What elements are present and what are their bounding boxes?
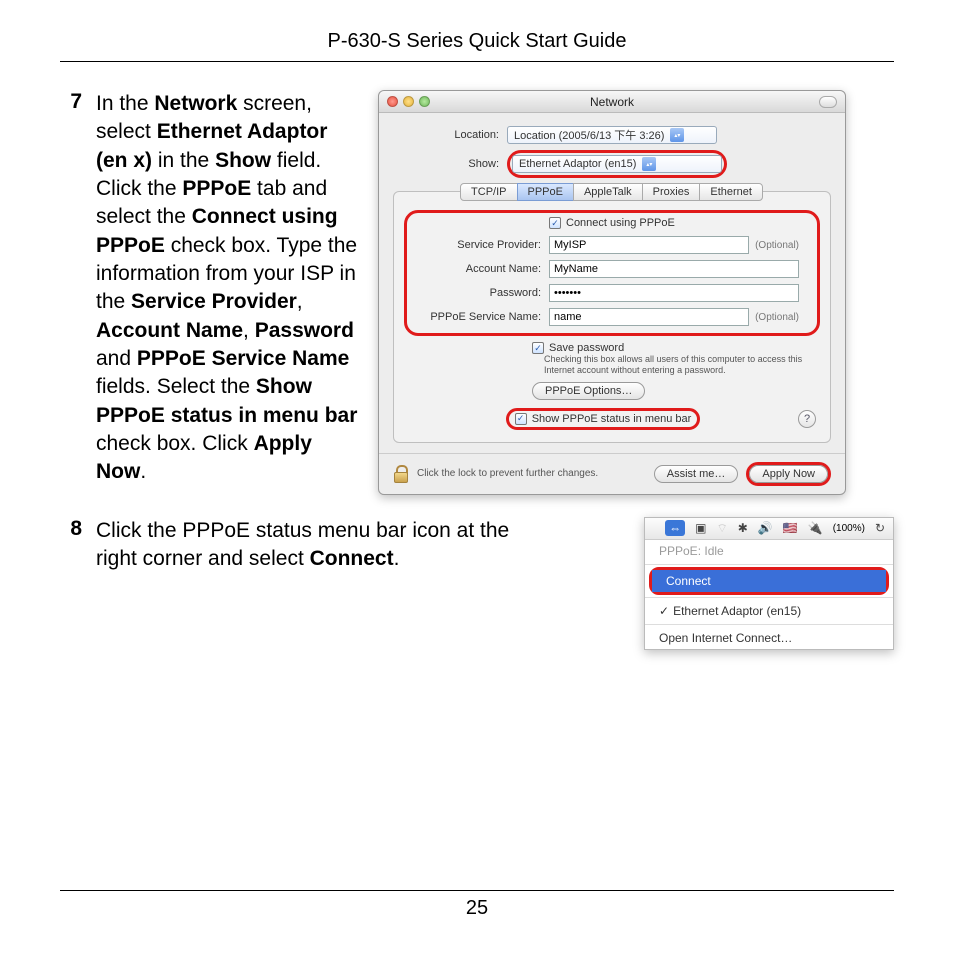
- pppoe-service-name-label: PPPoE Service Name:: [419, 311, 549, 323]
- flag-icon[interactable]: 🇺🇸: [783, 521, 798, 535]
- service-provider-label: Service Provider:: [419, 239, 549, 251]
- menu-adaptor[interactable]: Ethernet Adaptor (en15): [645, 600, 893, 622]
- tab-pppoe[interactable]: PPPoE: [517, 183, 574, 201]
- connect-pppoe-checkbox[interactable]: ✓: [549, 217, 561, 229]
- bluetooth-icon[interactable]: ✱: [738, 521, 748, 535]
- pppoe-menu: PPPoE: Idle Connect Ethernet Adaptor (en…: [645, 540, 893, 649]
- step-8-text: Click the PPPoE status menu bar icon at …: [96, 517, 548, 574]
- menu-connect[interactable]: Connect: [652, 570, 886, 592]
- apply-now-button[interactable]: Apply Now: [749, 465, 828, 483]
- tab-proxies[interactable]: Proxies: [642, 183, 701, 201]
- pppoe-status-icon[interactable]: ⇔: [665, 520, 685, 536]
- lock-text: Click the lock to prevent further change…: [417, 468, 646, 479]
- save-password-note: Checking this box allows all users of th…: [394, 354, 830, 376]
- show-status-checkbox[interactable]: ✓: [515, 413, 527, 425]
- show-select[interactable]: Ethernet Adaptor (en15) ▴▾: [512, 155, 722, 173]
- show-status-label: Show PPPoE status in menu bar: [532, 413, 692, 425]
- optional-hint: (Optional): [749, 312, 799, 323]
- chevron-updown-icon: ▴▾: [670, 128, 684, 142]
- step-8-row: 8 Click the PPPoE status menu bar icon a…: [60, 517, 894, 650]
- step-7-text: In the Network screen, select Ethernet A…: [96, 90, 364, 487]
- save-password-label: Save password: [549, 342, 624, 354]
- menubar-dropdown: ⇔ ▣ ⌔ ✱ 🔊 🇺🇸 🔌 (100%) ↻ PPPoE: Idle Conn…: [644, 517, 894, 650]
- connect-pppoe-label: Connect using PPPoE: [566, 217, 675, 229]
- separator: [645, 597, 893, 598]
- sync-icon[interactable]: ↻: [875, 521, 885, 535]
- step-7-number: 7: [60, 90, 82, 114]
- highlight-show-field: Ethernet Adaptor (en15) ▴▾: [507, 150, 727, 178]
- tab-bar: TCP/IP PPPoE AppleTalk Proxies Ethernet: [394, 183, 830, 201]
- optional-hint: (Optional): [749, 240, 799, 251]
- tab-tcpip[interactable]: TCP/IP: [460, 183, 517, 201]
- step-7-row: 7 In the Network screen, select Ethernet…: [60, 90, 894, 495]
- lock-icon[interactable]: [393, 465, 409, 483]
- chevron-updown-icon: ▴▾: [642, 157, 656, 171]
- highlight-show-status: ✓ Show PPPoE status in menu bar: [506, 408, 701, 430]
- separator: [645, 624, 893, 625]
- tab-appletalk[interactable]: AppleTalk: [573, 183, 643, 201]
- network-window: Network Location: Location (2005/6/13 下午…: [378, 90, 846, 495]
- pppoe-options-button[interactable]: PPPoE Options…: [532, 382, 645, 400]
- account-name-label: Account Name:: [419, 263, 549, 275]
- highlight-apply-now: Apply Now: [746, 462, 831, 486]
- save-password-checkbox[interactable]: ✓: [532, 342, 544, 354]
- page-header-title: P-630-S Series Quick Start Guide: [60, 30, 894, 62]
- assist-me-button[interactable]: Assist me…: [654, 465, 739, 483]
- location-select[interactable]: Location (2005/6/13 下午 3:26) ▴▾: [507, 126, 717, 144]
- help-button[interactable]: ?: [798, 410, 816, 428]
- tab-ethernet[interactable]: Ethernet: [699, 183, 763, 201]
- window-footer: Click the lock to prevent further change…: [379, 453, 845, 494]
- account-name-input[interactable]: [549, 260, 799, 278]
- password-label: Password:: [419, 287, 549, 299]
- menu-status: PPPoE: Idle: [645, 540, 893, 562]
- battery-percent: (100%): [833, 523, 865, 534]
- password-input[interactable]: [549, 284, 799, 302]
- battery-icon[interactable]: 🔌: [808, 521, 823, 535]
- separator: [645, 564, 893, 565]
- show-label: Show:: [397, 158, 507, 170]
- wifi-icon[interactable]: ⌔: [716, 521, 727, 536]
- menubar: ⇔ ▣ ⌔ ✱ 🔊 🇺🇸 🔌 (100%) ↻: [645, 518, 893, 540]
- step-8-number: 8: [60, 517, 82, 541]
- service-provider-input[interactable]: [549, 236, 749, 254]
- location-value: Location (2005/6/13 下午 3:26): [514, 127, 664, 143]
- location-label: Location:: [397, 129, 507, 141]
- page-number: 25: [60, 890, 894, 920]
- tab-panel: TCP/IP PPPoE AppleTalk Proxies Ethernet …: [393, 191, 831, 443]
- titlebar: Network: [379, 91, 845, 113]
- toolbar-pill-icon[interactable]: [819, 96, 837, 108]
- window-title: Network: [379, 95, 845, 109]
- show-value: Ethernet Adaptor (en15): [519, 158, 636, 170]
- highlight-connect: Connect: [649, 567, 889, 595]
- volume-icon[interactable]: 🔊: [758, 521, 773, 535]
- menu-open-internet-connect[interactable]: Open Internet Connect…: [645, 627, 893, 649]
- pppoe-service-name-input[interactable]: [549, 308, 749, 326]
- display-icon[interactable]: ▣: [695, 521, 706, 535]
- highlight-pppoe-fields: ✓ Connect using PPPoE Service Provider: …: [404, 210, 820, 336]
